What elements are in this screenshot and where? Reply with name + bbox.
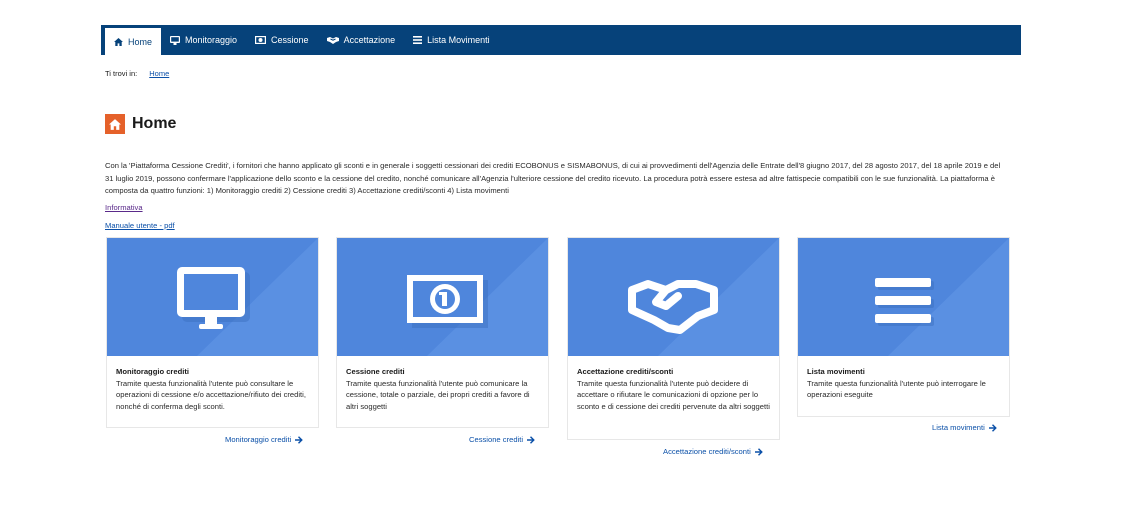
card-monitoraggio[interactable]: Monitoraggio crediti Tramite questa funz… — [106, 237, 319, 428]
card-title: Accettazione crediti/sconti — [577, 367, 674, 376]
card-title: Monitoraggio crediti — [116, 367, 189, 376]
cessione-crediti-link[interactable]: Cessione crediti — [469, 435, 535, 444]
list-icon — [875, 278, 934, 326]
arrow-right-icon — [988, 423, 997, 432]
nav-item-monitoraggio[interactable]: Monitoraggio — [161, 25, 246, 55]
handshake-icon — [326, 37, 339, 44]
card-description: Tramite questa funzionalità l'utente può… — [577, 378, 770, 411]
breadcrumb-prefix: Ti trovi in: — [105, 69, 138, 78]
card-banner — [798, 238, 1009, 356]
arrow-right-icon — [527, 435, 535, 444]
nav-item-cessione[interactable]: Cessione — [246, 25, 318, 55]
main-nav: Home Monitoraggio Cessione Accettazione … — [101, 25, 1021, 55]
arrow-right-icon — [295, 435, 304, 444]
card-accettazione[interactable]: Accettazione crediti/sconti Tramite ques… — [567, 237, 780, 440]
card-description: Tramite questa funzionalità l'utente può… — [807, 378, 986, 400]
informativa-link[interactable]: Informativa — [105, 203, 143, 212]
card-banner — [568, 238, 779, 356]
card-title: Lista movimenti — [807, 367, 865, 376]
lista-movimenti-link[interactable]: Lista movimenti — [932, 423, 997, 432]
card-banner — [107, 238, 318, 356]
page: Home Monitoraggio Cessione Accettazione … — [0, 0, 1124, 528]
nav-item-label: Monitoraggio — [185, 35, 238, 45]
nav-item-home[interactable]: Home — [105, 28, 162, 55]
home-badge-icon — [105, 114, 125, 134]
nav-item-label: Lista Movimenti — [427, 35, 490, 45]
nav-item-accettazione[interactable]: Accettazione — [318, 25, 405, 55]
card-banner — [337, 238, 548, 356]
breadcrumb: Ti trovi in: Home — [105, 69, 169, 78]
banknote-icon — [255, 36, 267, 44]
arrow-right-icon — [754, 447, 763, 456]
card-description: Tramite questa funzionalità l'utente può… — [346, 378, 530, 411]
card-cessione[interactable]: Cessione crediti Tramite questa funziona… — [336, 237, 549, 428]
card-link-label: Cessione crediti — [469, 435, 524, 444]
monitor-icon — [170, 35, 181, 45]
home-icon — [114, 37, 123, 46]
card-link-label: Accettazione crediti/sconti — [663, 447, 751, 456]
banknote-icon — [407, 275, 488, 328]
nav-item-label: Cessione — [271, 35, 309, 45]
nav-item-lista-movimenti[interactable]: Lista Movimenti — [404, 25, 499, 55]
card-lista-movimenti[interactable]: Lista movimenti Tramite questa funzional… — [797, 237, 1010, 417]
nav-item-label: Home — [128, 36, 153, 47]
nav-item-label: Accettazione — [343, 35, 396, 45]
breadcrumb-home-link[interactable]: Home — [149, 69, 169, 78]
card-description: Tramite questa funzionalità l'utente può… — [116, 378, 306, 411]
card-link-label: Lista movimenti — [932, 423, 985, 432]
card-link-label: Monitoraggio crediti — [225, 435, 292, 444]
card-title: Cessione crediti — [346, 367, 405, 376]
monitor-icon — [177, 267, 250, 329]
list-icon — [413, 36, 423, 44]
accettazione-crediti-link[interactable]: Accettazione crediti/sconti — [663, 447, 763, 456]
manuale-pdf-link[interactable]: Manuale utente - pdf — [105, 221, 175, 230]
page-title: Home — [132, 115, 177, 132]
intro-text: Con la 'Piattaforma Cessione Crediti', i… — [105, 161, 1001, 195]
monitoraggio-crediti-link[interactable]: Monitoraggio crediti — [225, 435, 304, 444]
page-header: Home — [105, 114, 176, 134]
